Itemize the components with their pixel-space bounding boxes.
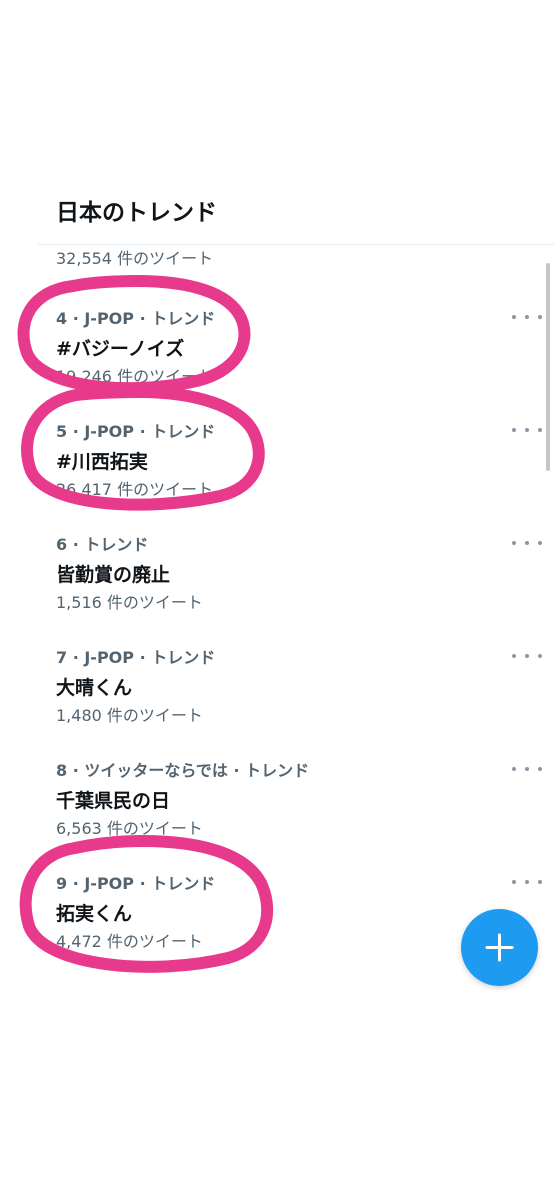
trend-meta: 6 · トレンド [56,535,149,554]
trend-meta: 5 · J-POP · トレンド [56,422,216,441]
more-horizontal-icon[interactable] [512,647,542,665]
trend-tweet-count: 19,246 件のツイート [56,367,214,386]
trend-item[interactable]: 4 · J-POP · トレンド #バジーノイズ 19,246 件のツイート [0,304,554,417]
trend-meta: 9 · J-POP · トレンド [56,874,216,893]
trend-name: #川西拓実 [56,451,148,473]
header-divider [38,244,554,245]
trend-tweet-count: 6,563 件のツイート [56,819,203,838]
trend-name: 拓実くん [56,903,133,925]
more-horizontal-icon[interactable] [512,534,542,552]
trend-name: #バジーノイズ [56,338,185,360]
more-horizontal-icon[interactable] [512,308,542,326]
page-title: 日本のトレンド [56,200,217,226]
trend-name: 大晴くん [56,677,133,699]
more-horizontal-icon[interactable] [512,421,542,439]
trend-meta: 4 · J-POP · トレンド [56,309,216,328]
trend-item[interactable]: 8 · ツイッターならでは · トレンド 千葉県民の日 6,563 件のツイート [0,756,554,869]
trend-tweet-count: 26,417 件のツイート [56,480,214,499]
trend-meta: 8 · ツイッターならでは · トレンド [56,761,310,780]
plus-icon [485,933,514,962]
trend-item[interactable]: 5 · J-POP · トレンド #川西拓実 26,417 件のツイート [0,417,554,530]
trend-name: 千葉県民の日 [56,790,171,812]
trend-tweet-count: 4,472 件のツイート [56,932,203,951]
trend-tweet-count: 1,516 件のツイート [56,593,203,612]
partial-trend-tweet-count: 32,554 件のツイート [56,249,214,268]
trend-meta: 7 · J-POP · トレンド [56,648,216,667]
more-horizontal-icon[interactable] [512,760,542,778]
trend-name: 皆勤賞の廃止 [56,564,171,586]
trend-item[interactable]: 7 · J-POP · トレンド 大晴くん 1,480 件のツイート [0,643,554,756]
compose-button[interactable] [461,909,538,986]
trend-item[interactable]: 6 · トレンド 皆勤賞の廃止 1,516 件のツイート [0,530,554,643]
more-horizontal-icon[interactable] [512,873,542,891]
trend-tweet-count: 1,480 件のツイート [56,706,203,725]
